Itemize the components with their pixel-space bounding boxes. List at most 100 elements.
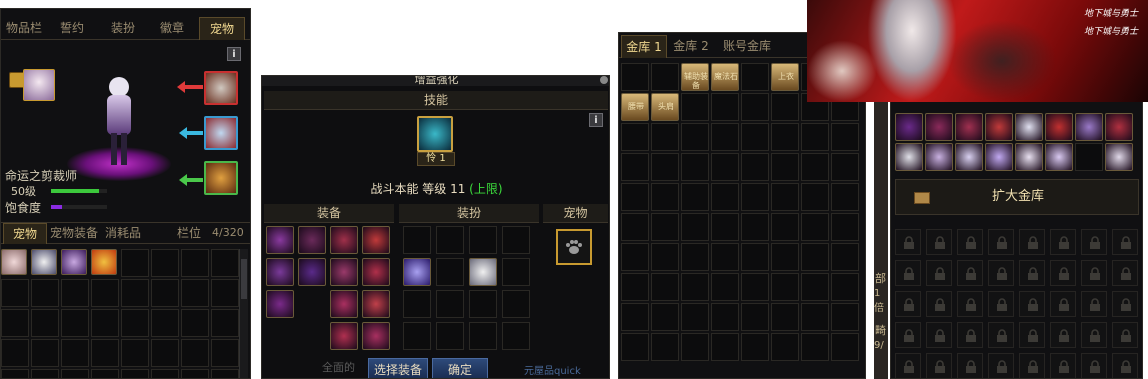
pet-portrait[interactable] [23, 69, 55, 101]
avatar-slot[interactable] [469, 290, 497, 318]
locked-slot[interactable] [1050, 291, 1076, 317]
inventory-slot[interactable] [151, 339, 179, 367]
account-vault-slot[interactable] [1075, 143, 1103, 171]
inventory-slot[interactable] [181, 369, 209, 378]
inventory-slot[interactable] [1, 309, 29, 337]
vault-slot[interactable] [801, 123, 829, 151]
skill-icon[interactable] [417, 116, 453, 152]
locked-slot[interactable] [1081, 229, 1107, 255]
pet-item[interactable] [61, 249, 87, 275]
vault-slot[interactable] [711, 183, 739, 211]
locked-slot[interactable] [895, 260, 921, 286]
inventory-slot[interactable] [61, 279, 89, 307]
subtab-consumables[interactable]: 消耗品 [103, 223, 143, 243]
vault-slot[interactable] [801, 243, 829, 271]
inventory-slot[interactable] [91, 339, 119, 367]
pet-slot-green[interactable] [204, 161, 238, 195]
vault-slot[interactable] [831, 183, 859, 211]
locked-slot[interactable] [1081, 260, 1107, 286]
equipment-item[interactable] [362, 290, 390, 318]
equipment-item[interactable] [362, 258, 390, 286]
locked-slot[interactable] [1112, 353, 1138, 378]
vault-slot[interactable] [621, 333, 649, 361]
locked-slot[interactable] [1081, 291, 1107, 317]
locked-slot[interactable] [1081, 353, 1107, 378]
vault-slot[interactable] [651, 123, 679, 151]
inventory-slot[interactable] [61, 309, 89, 337]
locked-slot[interactable] [926, 260, 952, 286]
tab-vault-1[interactable]: 金库 1 [621, 35, 667, 58]
tab-emblem[interactable]: 徽章 [149, 17, 195, 39]
locked-slot[interactable] [1019, 229, 1045, 255]
vault-slot[interactable] [651, 183, 679, 211]
avatar-slot[interactable] [436, 226, 464, 254]
tab-pet[interactable]: 宠物 [199, 17, 245, 40]
locked-slot[interactable] [957, 229, 983, 255]
account-vault-item[interactable] [1045, 113, 1073, 141]
pet-slot[interactable] [556, 229, 592, 265]
inventory-slot[interactable] [31, 309, 59, 337]
inventory-slot[interactable] [211, 279, 239, 307]
inventory-slot[interactable] [151, 249, 179, 277]
locked-slot[interactable] [988, 291, 1014, 317]
locked-slot[interactable] [926, 353, 952, 378]
inventory-slot[interactable] [211, 369, 239, 378]
account-vault-item[interactable] [895, 113, 923, 141]
select-equipment-button[interactable]: 选择装备 [368, 358, 428, 378]
account-vault-item[interactable] [1045, 143, 1073, 171]
vault-slot[interactable] [621, 273, 649, 301]
pet-item[interactable] [91, 249, 117, 275]
inventory-slot[interactable] [91, 369, 119, 378]
locked-slot[interactable] [1019, 291, 1045, 317]
equipment-item[interactable] [330, 258, 358, 286]
info-icon[interactable]: i [227, 47, 241, 61]
pet-item[interactable] [31, 249, 57, 275]
vault-slot[interactable] [681, 153, 709, 181]
inventory-slot[interactable] [151, 279, 179, 307]
avatar-slot[interactable] [436, 322, 464, 350]
equipment-item[interactable] [330, 226, 358, 254]
expand-vault-button[interactable]: 扩大金库 [896, 180, 1140, 214]
vault-item[interactable]: 腰带 [621, 93, 649, 121]
vault-slot[interactable] [741, 243, 769, 271]
inventory-slot[interactable] [211, 309, 239, 337]
vault-slot[interactable] [651, 273, 679, 301]
vault-slot[interactable] [771, 213, 799, 241]
vault-slot[interactable] [741, 273, 769, 301]
vault-slot[interactable] [621, 303, 649, 331]
vault-slot[interactable] [771, 93, 799, 121]
locked-slot[interactable] [1050, 353, 1076, 378]
locked-slot[interactable] [1112, 291, 1138, 317]
vault-slot[interactable] [651, 333, 679, 361]
vault-item[interactable]: 辅助装备 [681, 63, 709, 91]
vault-slot[interactable] [801, 213, 829, 241]
avatar-slot[interactable] [436, 258, 464, 286]
vault-slot[interactable] [651, 303, 679, 331]
vault-slot[interactable] [681, 273, 709, 301]
pet-slot-blue[interactable] [204, 116, 238, 150]
vault-slot[interactable] [771, 183, 799, 211]
avatar-slot[interactable] [403, 226, 431, 254]
close-icon[interactable] [600, 76, 608, 84]
vault-slot[interactable] [771, 153, 799, 181]
vault-slot[interactable] [681, 303, 709, 331]
locked-slot[interactable] [1081, 322, 1107, 348]
vault-slot[interactable] [741, 213, 769, 241]
locked-slot[interactable] [988, 229, 1014, 255]
vault-slot[interactable] [681, 93, 709, 121]
inventory-slot[interactable] [1, 339, 29, 367]
vault-slot[interactable] [831, 123, 859, 151]
vault-slot[interactable] [651, 243, 679, 271]
avatar-slot[interactable] [469, 322, 497, 350]
inventory-slot[interactable] [151, 309, 179, 337]
locked-slot[interactable] [926, 229, 952, 255]
account-vault-item[interactable] [895, 143, 923, 171]
account-vault-item[interactable] [925, 143, 953, 171]
inventory-slot[interactable] [31, 369, 59, 378]
account-vault-item[interactable] [955, 143, 983, 171]
locked-slot[interactable] [895, 322, 921, 348]
vault-item[interactable]: 头肩 [651, 93, 679, 121]
avatar-slot[interactable] [436, 290, 464, 318]
equipment-item[interactable] [266, 258, 294, 286]
account-vault-item[interactable] [1015, 113, 1043, 141]
